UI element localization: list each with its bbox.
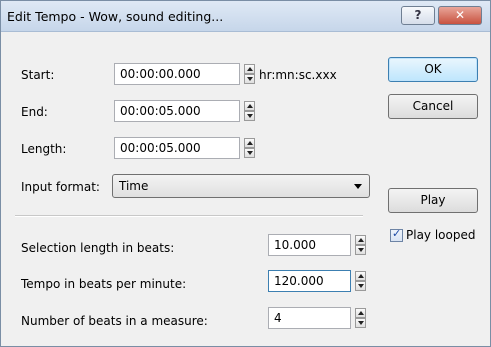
- beats-per-measure-input[interactable]: 4: [268, 307, 351, 329]
- input-format-label: Input format:: [21, 180, 100, 194]
- dropdown-caret-icon: [354, 184, 362, 189]
- edit-tempo-dialog: Edit Tempo - Wow, sound editing... ? ✕ S…: [0, 0, 491, 347]
- spin-down-icon[interactable]: [244, 148, 255, 158]
- title-bar: Edit Tempo - Wow, sound editing... ? ✕: [1, 1, 490, 32]
- play-looped-checkbox[interactable]: ✓: [390, 227, 403, 242]
- selection-length-label: Selection length in beats:: [21, 241, 175, 255]
- play-looped-label[interactable]: Play looped: [406, 228, 475, 242]
- spin-down-icon[interactable]: [244, 74, 255, 84]
- start-input[interactable]: 00:00:00.000: [114, 63, 240, 85]
- spin-down-icon[interactable]: [355, 245, 366, 255]
- length-input[interactable]: 00:00:05.000: [114, 137, 240, 159]
- length-spinner[interactable]: [244, 138, 255, 158]
- tempo-spinner[interactable]: [355, 271, 366, 291]
- length-label: Length:: [21, 142, 67, 156]
- end-label: End:: [21, 105, 48, 119]
- help-icon: ?: [414, 8, 422, 22]
- start-label: Start:: [21, 68, 55, 82]
- spin-up-icon[interactable]: [244, 64, 255, 74]
- spin-down-icon[interactable]: [355, 318, 366, 328]
- selection-length-input[interactable]: 10.000: [268, 234, 351, 256]
- beats-per-measure-label: Number of beats in a measure:: [21, 314, 208, 328]
- spin-down-icon[interactable]: [244, 111, 255, 121]
- tempo-input[interactable]: 120.000: [268, 270, 351, 292]
- spin-up-icon[interactable]: [355, 235, 366, 245]
- window-title: Edit Tempo - Wow, sound editing...: [7, 9, 224, 24]
- ok-button[interactable]: OK: [388, 57, 478, 82]
- start-spinner[interactable]: [244, 64, 255, 84]
- tempo-label: Tempo in beats per minute:: [21, 277, 187, 291]
- spin-up-icon[interactable]: [355, 271, 366, 281]
- section-divider: [15, 215, 363, 217]
- end-spinner[interactable]: [244, 101, 255, 121]
- spin-up-icon[interactable]: [244, 138, 255, 148]
- spin-up-icon[interactable]: [355, 308, 366, 318]
- close-button[interactable]: ✕: [438, 6, 482, 25]
- beats-per-measure-spinner[interactable]: [355, 308, 366, 328]
- spin-down-icon[interactable]: [355, 281, 366, 291]
- checkmark-icon: ✓: [392, 227, 402, 240]
- end-input[interactable]: 00:00:05.000: [114, 100, 240, 122]
- spin-up-icon[interactable]: [244, 101, 255, 111]
- selection-length-spinner[interactable]: [355, 235, 366, 255]
- time-format-hint: hr:mn:sc.xxx: [259, 68, 337, 82]
- close-icon: ✕: [454, 8, 466, 22]
- input-format-select[interactable]: Time: [112, 174, 370, 198]
- input-format-value: Time: [119, 179, 149, 193]
- cancel-button[interactable]: Cancel: [388, 94, 478, 119]
- help-button[interactable]: ?: [401, 6, 435, 25]
- play-button[interactable]: Play: [388, 188, 478, 213]
